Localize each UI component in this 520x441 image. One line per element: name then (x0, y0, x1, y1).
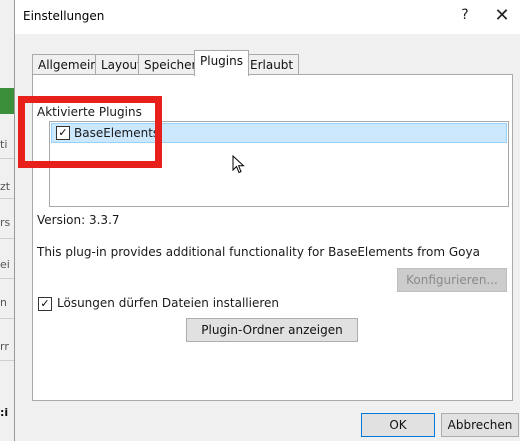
plugin-list[interactable]: ✓ BaseElements (49, 121, 509, 207)
background-text: n (0, 296, 7, 309)
dialog-title: Einstellungen (23, 9, 105, 23)
background-text: ti (0, 138, 8, 151)
background-text: zt (0, 180, 11, 193)
background-divider (0, 158, 14, 159)
plugin-list-item[interactable]: ✓ BaseElements (51, 123, 507, 143)
background-text: :i (0, 406, 9, 419)
plugin-description: This plug-in provides additional functio… (37, 245, 480, 259)
show-plugin-folder-button[interactable]: Plugin-Ordner anzeigen (186, 318, 358, 342)
background-text: rs (0, 216, 11, 229)
tab-erlaubt[interactable]: Erlaubt (244, 54, 300, 75)
background-divider (0, 238, 14, 239)
tab-allgemein[interactable]: Allgemein (32, 54, 104, 75)
cancel-button[interactable]: Abbrechen (441, 413, 519, 437)
title-bar[interactable]: Einstellungen ? ✕ (15, 0, 520, 34)
close-button[interactable]: ✕ (487, 5, 517, 29)
configure-button[interactable]: Konfigurieren... (397, 268, 507, 292)
background-text: ei (0, 258, 10, 271)
background-text: rr (0, 340, 9, 353)
plugins-panel: Aktivierte Plugins ✓ BaseElements Versio… (32, 74, 513, 401)
plugin-enabled-checkbox[interactable]: ✓ (56, 126, 70, 140)
active-plugins-label: Aktivierte Plugins (37, 105, 142, 119)
ok-button[interactable]: OK (361, 413, 435, 437)
mouse-cursor-icon (232, 155, 245, 174)
background-divider (0, 318, 14, 319)
plugin-name: BaseElements (74, 126, 160, 140)
allow-install-checkbox[interactable]: ✓ (38, 297, 52, 311)
background-divider (0, 198, 14, 199)
tab-plugins[interactable]: Plugins (194, 50, 249, 76)
background-green-bar (0, 88, 14, 114)
help-button[interactable]: ? (451, 7, 479, 27)
background-divider (0, 278, 14, 279)
allow-install-label: Lösungen dürfen Dateien installieren (57, 296, 279, 310)
plugin-version: Version: 3.3.7 (37, 213, 120, 227)
settings-dialog: Einstellungen ? ✕ Allgemein Layout Speic… (14, 0, 520, 441)
tab-speicher[interactable]: Speicher (138, 54, 203, 75)
background-divider (0, 360, 14, 361)
